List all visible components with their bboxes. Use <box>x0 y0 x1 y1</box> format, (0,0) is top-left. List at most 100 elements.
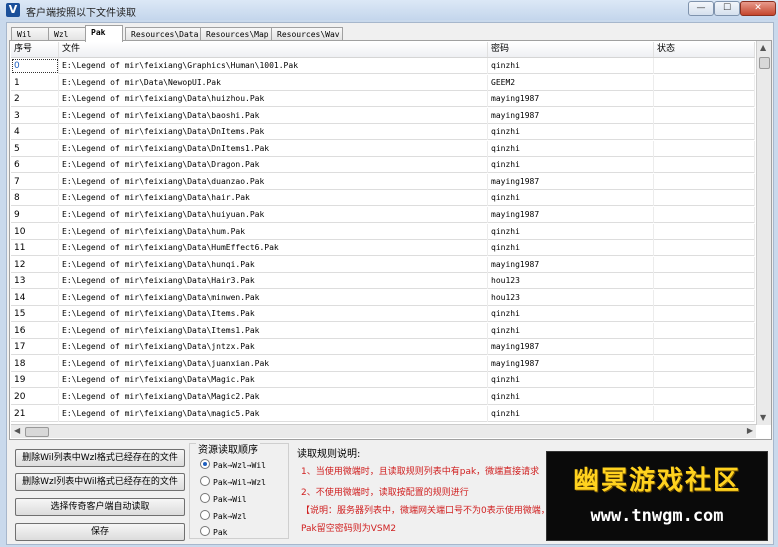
row-password[interactable]: qinzhi <box>488 157 654 174</box>
row-file-path[interactable]: E:\Legend of mir\feixiang\Data\Items.Pak <box>59 306 488 323</box>
row-status[interactable] <box>654 124 755 141</box>
table-row[interactable]: 11 E:\Legend of mir\feixiang\Data\HumEffe… <box>11 240 755 257</box>
table-row[interactable]: 16 E:\Legend of mir\feixiang\Data\Items1.… <box>11 322 755 339</box>
row-status[interactable] <box>654 74 755 91</box>
row-password[interactable]: maying1987 <box>488 91 654 108</box>
row-file-path[interactable]: E:\Legend of mir\feixiang\Data\jntzx.Pak <box>59 339 488 356</box>
row-index[interactable]: 9 <box>11 206 59 223</box>
table-row[interactable]: 14 E:\Legend of mir\feixiang\Data\minwen.… <box>11 289 755 306</box>
table-row[interactable]: 2 E:\Legend of mir\feixiang\Data\huizhou.… <box>11 91 755 108</box>
table-row[interactable]: 3 E:\Legend of mir\feixiang\Data\baoshi.P… <box>11 107 755 124</box>
row-index[interactable]: 1 <box>11 74 59 91</box>
close-button[interactable]: ✕ <box>740 1 776 16</box>
vertical-scrollbar[interactable]: ▲ ▼ <box>756 41 771 425</box>
col-header-file[interactable]: 文件 <box>59 42 488 57</box>
row-status[interactable] <box>654 173 755 190</box>
row-file-path[interactable]: E:\Legend of mir\feixiang\Data\hair.Pak <box>59 190 488 207</box>
row-status[interactable] <box>654 322 755 339</box>
table-row[interactable]: 19 E:\Legend of mir\feixiang\Data\Magic.P… <box>11 372 755 389</box>
row-file-path[interactable]: E:\Legend of mir\Data\NewopUI.Pak <box>59 74 488 91</box>
row-status[interactable] <box>654 107 755 124</box>
table-row[interactable]: 0 E:\Legend of mir\feixiang\Graphics\Huma… <box>11 58 755 74</box>
row-file-path[interactable]: E:\Legend of mir\feixiang\Data\DnItems.P… <box>59 124 488 141</box>
col-header-index[interactable]: 序号 <box>11 42 59 57</box>
tab-wil[interactable]: Wil <box>11 27 49 41</box>
row-password[interactable]: qinzhi <box>488 372 654 389</box>
table-row[interactable]: 15 E:\Legend of mir\feixiang\Data\Items.P… <box>11 306 755 323</box>
row-status[interactable] <box>654 140 755 157</box>
row-password[interactable]: qinzhi <box>488 306 654 323</box>
row-password[interactable]: maying1987 <box>488 355 654 372</box>
row-status[interactable] <box>654 405 755 422</box>
row-status[interactable] <box>654 389 755 405</box>
radio-pak[interactable]: Pak <box>200 526 227 538</box>
radio-pak-wil[interactable]: Pak→Wil <box>200 493 247 505</box>
table-row[interactable]: 13 E:\Legend of mir\feixiang\Data\Hair3.P… <box>11 273 755 290</box>
row-password[interactable]: maying1987 <box>488 339 654 356</box>
save-button[interactable]: 保存 <box>15 523 185 541</box>
row-index[interactable]: 11 <box>11 240 59 257</box>
row-password[interactable]: qinzhi <box>488 223 654 240</box>
row-index[interactable]: 15 <box>11 306 59 323</box>
row-status[interactable] <box>654 91 755 108</box>
maximize-button[interactable]: ☐ <box>714 1 740 16</box>
tab-resources-map[interactable]: Resources\Map <box>200 27 272 41</box>
row-index[interactable]: 18 <box>11 355 59 372</box>
table-row[interactable]: 1 E:\Legend of mir\Data\NewopUI.Pak GEEM2 <box>11 74 755 91</box>
table-row[interactable]: 20 E:\Legend of mir\feixiang\Data\Magic2.… <box>11 389 755 405</box>
row-index[interactable]: 14 <box>11 289 59 306</box>
row-file-path[interactable]: E:\Legend of mir\feixiang\Data\duanzao.P… <box>59 173 488 190</box>
hscroll-thumb[interactable] <box>25 427 49 437</box>
horizontal-scrollbar[interactable]: ◀ ▶ <box>11 424 756 438</box>
table-row[interactable]: 12 E:\Legend of mir\feixiang\Data\hunqi.P… <box>11 256 755 273</box>
row-index[interactable]: 19 <box>11 372 59 389</box>
row-file-path[interactable]: E:\Legend of mir\feixiang\Data\DnItems1.… <box>59 140 488 157</box>
auto-read-client-button[interactable]: 选择传奇客户端自动读取 <box>15 498 185 516</box>
row-index[interactable]: 0 <box>11 58 59 74</box>
row-password[interactable]: qinzhi <box>488 405 654 422</box>
table-row[interactable]: 7 E:\Legend of mir\feixiang\Data\duanzao.… <box>11 173 755 190</box>
radio-pak-wzl-wil[interactable]: Pak→Wzl→Wil <box>200 459 266 471</box>
col-header-status[interactable]: 状态 <box>654 42 755 57</box>
row-index[interactable]: 13 <box>11 273 59 290</box>
row-password[interactable]: qinzhi <box>488 140 654 157</box>
row-file-path[interactable]: E:\Legend of mir\feixiang\Data\juanxian.… <box>59 355 488 372</box>
table-row[interactable]: 17 E:\Legend of mir\feixiang\Data\jntzx.P… <box>11 339 755 356</box>
row-index[interactable]: 3 <box>11 107 59 124</box>
row-file-path[interactable]: E:\Legend of mir\feixiang\Data\Hair3.Pak <box>59 273 488 290</box>
row-status[interactable] <box>654 190 755 207</box>
row-index[interactable]: 7 <box>11 173 59 190</box>
row-file-path[interactable]: E:\Legend of mir\feixiang\Data\Magic2.Pa… <box>59 389 488 405</box>
row-file-path[interactable]: E:\Legend of mir\feixiang\Graphics\Human… <box>59 58 488 74</box>
scroll-thumb[interactable] <box>759 57 770 69</box>
row-password[interactable]: maying1987 <box>488 206 654 223</box>
row-password[interactable]: qinzhi <box>488 58 654 74</box>
row-file-path[interactable]: E:\Legend of mir\feixiang\Data\baoshi.Pa… <box>59 107 488 124</box>
row-file-path[interactable]: E:\Legend of mir\feixiang\Data\magic5.Pa… <box>59 405 488 422</box>
row-index[interactable]: 20 <box>11 389 59 405</box>
table-row[interactable]: 21 E:\Legend of mir\feixiang\Data\magic5.… <box>11 405 755 422</box>
row-password[interactable]: hou123 <box>488 289 654 306</box>
row-file-path[interactable]: E:\Legend of mir\feixiang\Data\Items1.Pa… <box>59 322 488 339</box>
row-file-path[interactable]: E:\Legend of mir\feixiang\Data\huiyuan.P… <box>59 206 488 223</box>
row-status[interactable] <box>654 223 755 240</box>
row-status[interactable] <box>654 372 755 389</box>
row-index[interactable]: 5 <box>11 140 59 157</box>
row-index[interactable]: 16 <box>11 322 59 339</box>
row-status[interactable] <box>654 240 755 257</box>
delete-wil-duplicates-button[interactable]: 删除Wil列表中Wzl格式已经存在的文件 <box>15 449 185 467</box>
row-password[interactable]: maying1987 <box>488 107 654 124</box>
row-password[interactable]: qinzhi <box>488 322 654 339</box>
row-file-path[interactable]: E:\Legend of mir\feixiang\Data\Magic.Pak <box>59 372 488 389</box>
tab-wzl[interactable]: Wzl <box>48 27 86 41</box>
row-password[interactable]: GEEM2 <box>488 74 654 91</box>
table-row[interactable]: 6 E:\Legend of mir\feixiang\Data\Dragon.P… <box>11 157 755 174</box>
row-password[interactable]: qinzhi <box>488 124 654 141</box>
row-file-path[interactable]: E:\Legend of mir\feixiang\Data\huizhou.P… <box>59 91 488 108</box>
tab-pak[interactable]: Pak <box>85 25 123 42</box>
row-file-path[interactable]: E:\Legend of mir\feixiang\Data\Dragon.Pa… <box>59 157 488 174</box>
row-password[interactable]: maying1987 <box>488 256 654 273</box>
row-password[interactable]: maying1987 <box>488 173 654 190</box>
row-index[interactable]: 4 <box>11 124 59 141</box>
row-index[interactable]: 10 <box>11 223 59 240</box>
